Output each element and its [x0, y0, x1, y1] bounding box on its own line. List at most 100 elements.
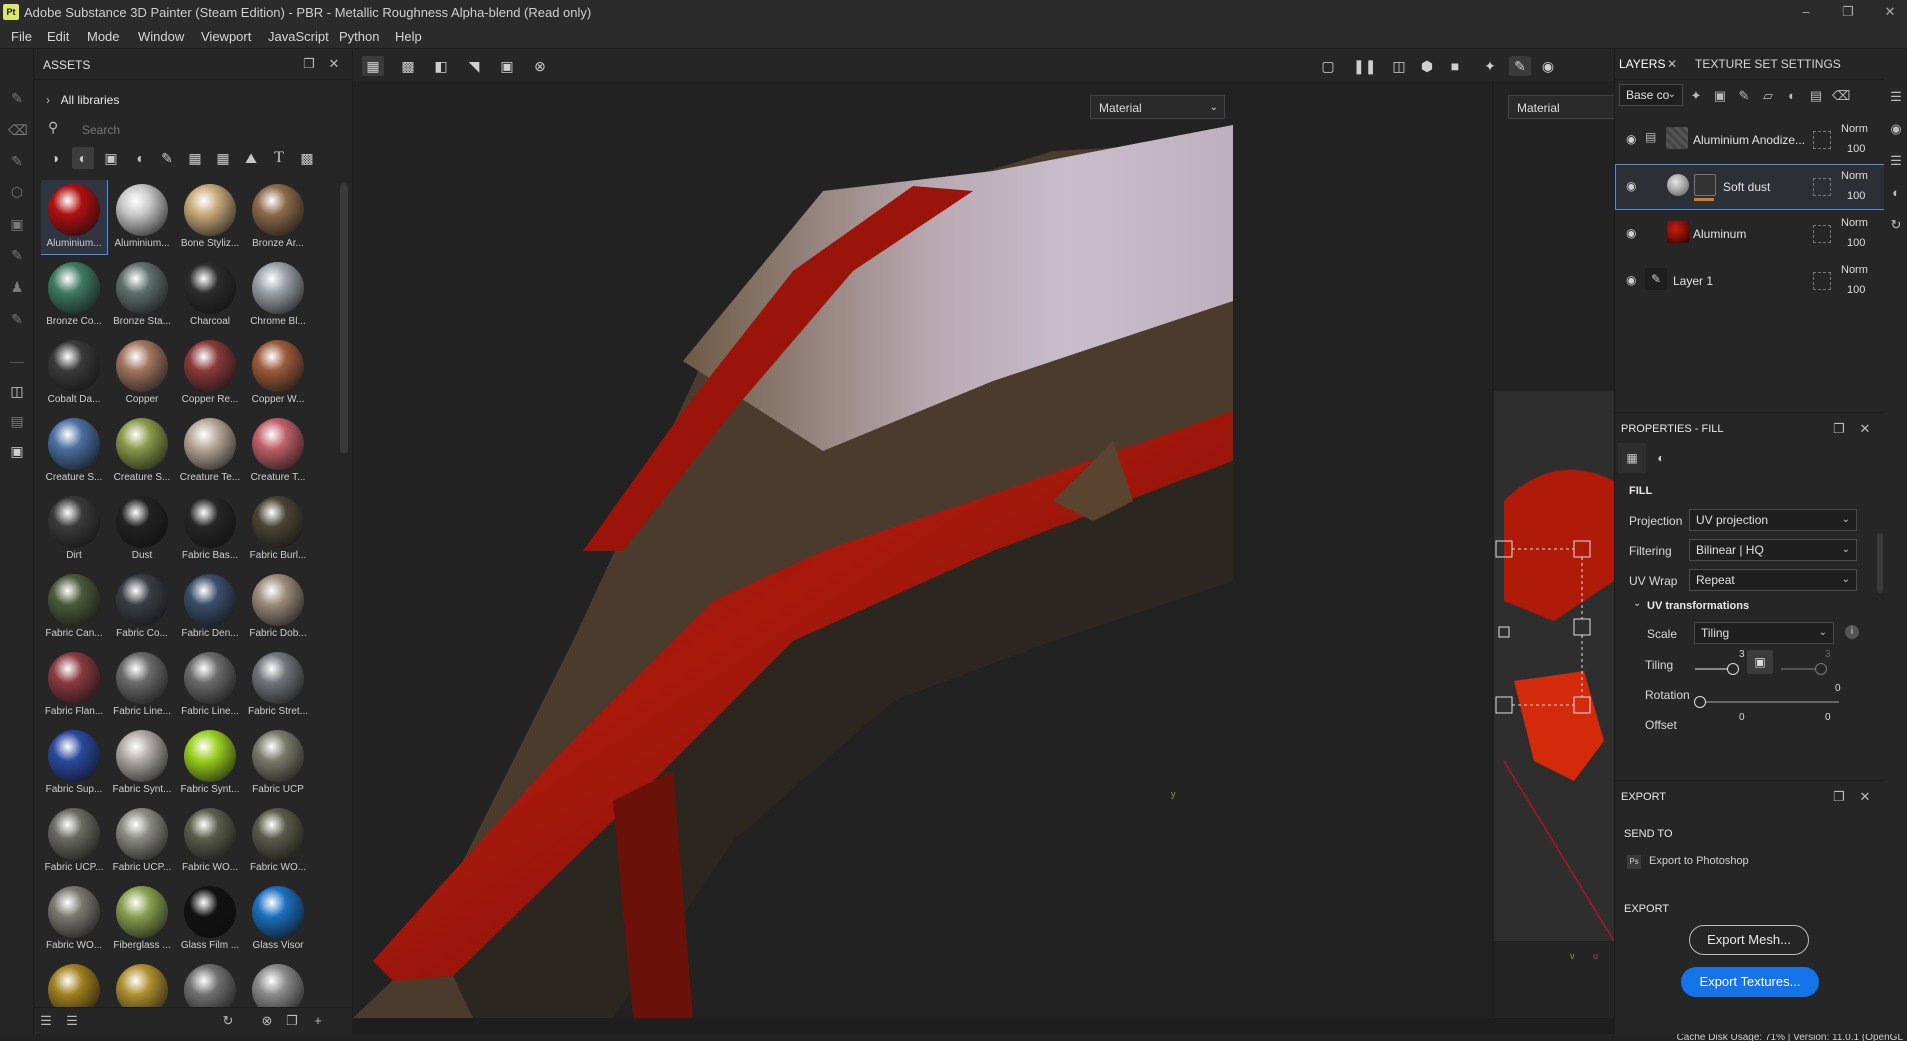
tiling-slider-a-handle[interactable]: [1727, 663, 1739, 675]
asset-item[interactable]: Fabric UCP...: [109, 804, 175, 878]
assets-scrollbar[interactable]: [340, 183, 348, 453]
shader-icon[interactable]: ☰: [1888, 153, 1904, 169]
export-to-photoshop[interactable]: Ps Export to Photoshop: [1625, 853, 1825, 873]
close-window-icon[interactable]: ✕: [1876, 2, 1904, 22]
asset-item[interactable]: Fabric Line...: [109, 648, 175, 722]
materials-filter-icon[interactable]: ◑: [44, 147, 66, 169]
asset-item[interactable]: Creature S...: [109, 414, 175, 488]
asset-item[interactable]: Bronze Sta...: [109, 258, 175, 332]
asset-item[interactable]: Chrome Bl...: [245, 258, 311, 332]
color-picker-icon[interactable]: ✎: [8, 310, 26, 328]
asset-item[interactable]: Fabric Co...: [109, 570, 175, 644]
menu-edit[interactable]: Edit: [47, 29, 69, 44]
tab-texture-set-settings[interactable]: TEXTURE SET SETTINGS: [1695, 57, 1841, 71]
close-panel-icon[interactable]: ✕: [1857, 421, 1873, 437]
rotation-slider-handle[interactable]: [1694, 696, 1706, 708]
mask-slot[interactable]: [1813, 131, 1831, 149]
list-view-icon[interactable]: ☰: [38, 1013, 54, 1029]
asset-item[interactable]: Creature T...: [245, 414, 311, 488]
all-filter-icon[interactable]: ▩: [296, 147, 318, 169]
export-mesh-button[interactable]: Export Mesh...: [1689, 925, 1809, 955]
asset-item[interactable]: Copper Re...: [177, 336, 243, 410]
layer-row[interactable]: ◉ ▤ Aluminium Anodize... Norm 100: [1615, 117, 1885, 163]
asset-item[interactable]: Fabric UCP...: [41, 804, 107, 878]
projection-select[interactable]: UV projection ⌄: [1689, 509, 1857, 531]
camera-icon[interactable]: ■: [1444, 56, 1466, 76]
frame-icon[interactable]: ▣: [496, 56, 518, 76]
asset-item[interactable]: Fabric Sup...: [41, 726, 107, 800]
close-panel-icon[interactable]: ✕: [326, 56, 342, 72]
3d-viewport[interactable]: Material ⌄ y: [353, 81, 1492, 1018]
blend-mode[interactable]: Norm: [1841, 217, 1868, 229]
float-panel-icon[interactable]: ❐: [301, 56, 317, 72]
export-textures-button[interactable]: Export Textures...: [1681, 967, 1819, 997]
refresh-icon[interactable]: ↻: [220, 1013, 236, 1029]
asset-item[interactable]: Fabric Synt...: [109, 726, 175, 800]
material-tab-icon[interactable]: ◐: [1647, 443, 1675, 473]
asset-item[interactable]: Fabric Bas...: [177, 492, 243, 566]
float-panel-icon[interactable]: ❐: [1831, 421, 1847, 437]
hide-icon[interactable]: ▢: [1317, 56, 1339, 76]
visibility-eye-icon[interactable]: ◉: [1626, 132, 1636, 146]
layer-row-selected[interactable]: ◉ Soft dust Norm 100: [1615, 164, 1885, 210]
material-select-right[interactable]: Material: [1508, 95, 1614, 119]
asset-item[interactable]: Bone Styliz...: [177, 180, 243, 254]
material-select-left[interactable]: Material ⌄: [1090, 95, 1225, 119]
asset-item[interactable]: Fabric Burl...: [245, 492, 311, 566]
menu-help[interactable]: Help: [395, 29, 422, 44]
asset-item[interactable]: Bronze Co...: [41, 258, 107, 332]
layer-opacity[interactable]: 100: [1847, 190, 1865, 202]
asset-item[interactable]: Fabric WO...: [245, 804, 311, 878]
asset-item[interactable]: Bronze Ar...: [245, 180, 311, 254]
reset-view-icon[interactable]: ⊗: [529, 56, 551, 76]
screenshot-icon[interactable]: ◉: [1537, 56, 1559, 76]
blend-mode[interactable]: Norm: [1841, 123, 1868, 135]
camera-panel-icon[interactable]: ▣: [8, 442, 26, 460]
blend-mode[interactable]: Norm: [1841, 170, 1868, 182]
visibility-eye-icon[interactable]: ◉: [1626, 179, 1636, 193]
filter-list-icon[interactable]: ☰: [64, 1013, 80, 1029]
menu-viewport[interactable]: Viewport: [201, 29, 251, 44]
alphas-filter-icon[interactable]: ▦: [184, 147, 206, 169]
uv-transformations-title[interactable]: UV transformations: [1647, 600, 1749, 612]
asset-item[interactable]: Copper W...: [245, 336, 311, 410]
asset-item[interactable]: Aluminium...: [41, 180, 108, 255]
textures-filter-icon[interactable]: ▦: [212, 147, 234, 169]
asset-item[interactable]: Cobalt Da...: [41, 336, 107, 410]
asset-item[interactable]: Creature S...: [41, 414, 107, 488]
visibility-eye-icon[interactable]: ◉: [1626, 226, 1636, 240]
add-folder-icon[interactable]: ▤: [1808, 88, 1824, 104]
shelf-icon[interactable]: ▤: [8, 412, 26, 430]
clone-icon[interactable]: ♟: [8, 278, 26, 296]
layer-row[interactable]: ◉ Aluminum Norm 100: [1615, 211, 1885, 257]
asset-item[interactable]: Fabric UCP: [245, 726, 311, 800]
close-panel-icon[interactable]: ✕: [1857, 789, 1873, 805]
asset-item[interactable]: Fabric Line...: [177, 648, 243, 722]
menu-python[interactable]: Python: [339, 29, 379, 44]
asset-item[interactable]: Creature Te...: [177, 414, 243, 488]
uvwrap-select[interactable]: Repeat ⌄: [1689, 569, 1857, 591]
geometry-mask-icon[interactable]: ⬡: [8, 183, 26, 201]
particles-icon[interactable]: ✦: [1479, 56, 1501, 76]
asset-item[interactable]: Dust: [109, 492, 175, 566]
layer-opacity[interactable]: 100: [1847, 237, 1865, 249]
symmetry-y-icon[interactable]: ◥: [463, 56, 485, 76]
visibility-eye-icon[interactable]: ◉: [1626, 273, 1636, 287]
blend-mode[interactable]: Norm: [1841, 264, 1868, 276]
library-breadcrumb[interactable]: › All libraries: [46, 93, 119, 107]
tiling-slider-b-handle[interactable]: [1815, 663, 1827, 675]
asset-item[interactable]: Glass Film ...: [177, 882, 243, 956]
menu-file[interactable]: File: [11, 29, 32, 44]
asset-item[interactable]: Fabric WO...: [41, 882, 107, 956]
smudge-icon[interactable]: ✎: [8, 246, 26, 264]
asset-item[interactable]: Glass Visor: [245, 882, 311, 956]
menu-window[interactable]: Window: [138, 29, 184, 44]
layer-opacity[interactable]: 100: [1847, 143, 1865, 155]
paint-brush-icon[interactable]: ✎: [8, 89, 26, 107]
brush-mode-icon[interactable]: ✎: [1509, 56, 1531, 76]
add-paint-layer-icon[interactable]: ✎: [1736, 88, 1752, 104]
minimize-icon[interactable]: –: [1792, 2, 1820, 22]
close-layers-icon[interactable]: ✕: [1667, 57, 1677, 71]
display-settings-icon[interactable]: ◐: [1888, 185, 1904, 201]
mask-slot[interactable]: [1813, 225, 1831, 243]
